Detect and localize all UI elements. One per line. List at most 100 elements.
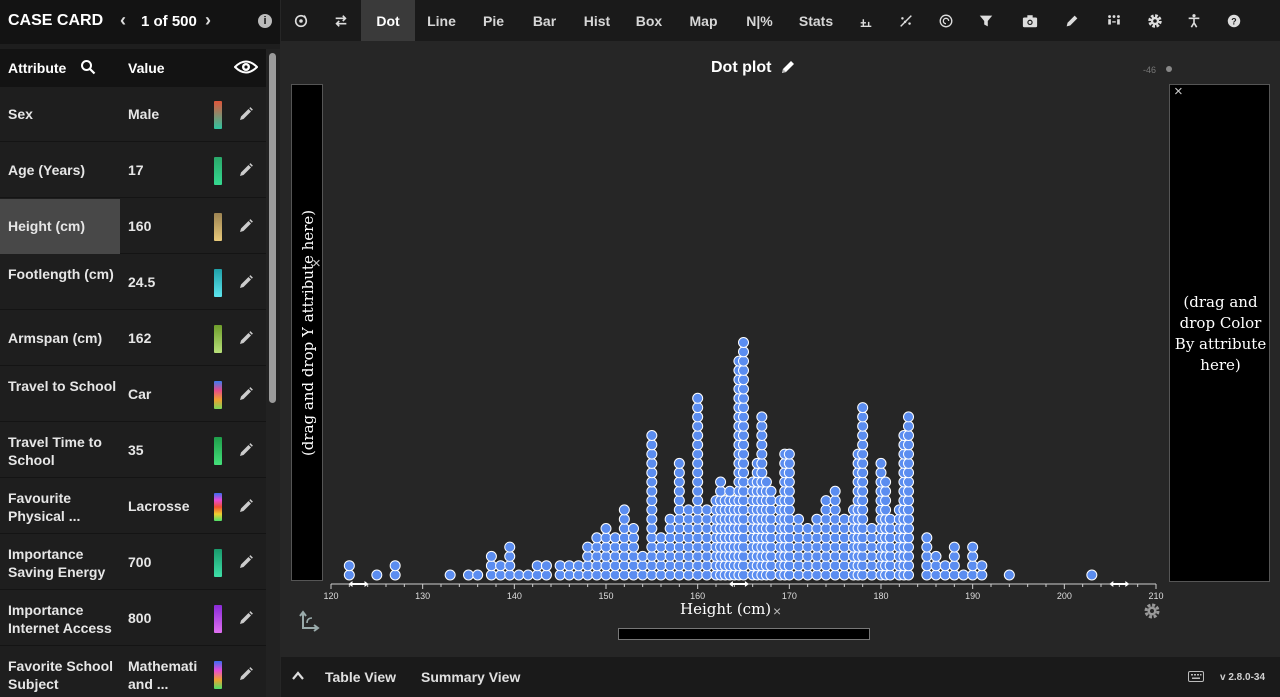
attribute-name[interactable]: Favourite Physical ... — [8, 489, 118, 525]
data-point[interactable] — [903, 430, 914, 441]
data-point[interactable] — [857, 523, 869, 534]
data-point[interactable] — [655, 532, 667, 544]
data-point[interactable] — [389, 560, 401, 572]
data-point[interactable] — [673, 560, 685, 572]
data-point[interactable] — [793, 513, 804, 525]
data-point[interactable] — [692, 430, 704, 441]
data-point[interactable] — [857, 402, 869, 414]
data-point[interactable] — [738, 346, 749, 358]
attribute-name[interactable]: Travel Time to School — [8, 433, 118, 469]
data-point[interactable] — [573, 569, 584, 581]
camera-button[interactable] — [1009, 0, 1051, 41]
data-point[interactable] — [582, 550, 594, 562]
accessibility-button[interactable] — [1174, 0, 1214, 41]
data-point[interactable] — [485, 569, 497, 581]
data-point[interactable] — [637, 560, 649, 572]
data-point[interactable] — [811, 532, 823, 544]
data-point[interactable] — [591, 560, 603, 572]
data-point[interactable] — [857, 411, 869, 423]
data-point[interactable] — [673, 569, 685, 581]
attribute-name[interactable]: Age (Years) — [8, 161, 118, 179]
data-point[interactable] — [664, 513, 676, 525]
data-point[interactable] — [857, 532, 869, 544]
data-point[interactable] — [783, 448, 795, 460]
data-point[interactable] — [756, 430, 768, 441]
data-point[interactable] — [673, 467, 685, 479]
data-point[interactable] — [903, 513, 914, 525]
x-sub-attribute-drop-zone[interactable] — [618, 628, 870, 640]
data-point[interactable] — [866, 541, 878, 553]
data-point[interactable] — [618, 569, 630, 581]
data-point[interactable] — [829, 523, 841, 534]
data-point[interactable] — [655, 550, 667, 562]
data-point[interactable] — [609, 550, 621, 562]
data-point[interactable] — [683, 504, 694, 516]
data-point[interactable] — [765, 532, 777, 544]
data-point[interactable] — [884, 569, 896, 581]
data-point[interactable] — [793, 569, 804, 581]
data-point[interactable] — [838, 569, 850, 581]
data-point[interactable] — [829, 541, 841, 553]
data-point[interactable] — [884, 513, 896, 525]
data-point[interactable] — [880, 485, 892, 497]
data-point[interactable] — [738, 420, 749, 432]
data-point[interactable] — [866, 569, 878, 581]
data-point[interactable] — [628, 550, 639, 562]
data-point[interactable] — [802, 560, 814, 572]
data-point[interactable] — [655, 569, 667, 581]
data-point[interactable] — [958, 569, 969, 581]
data-point[interactable] — [857, 513, 869, 525]
data-point[interactable] — [628, 532, 639, 544]
data-point[interactable] — [783, 457, 795, 469]
data-point[interactable] — [875, 467, 887, 479]
data-point[interactable] — [724, 485, 736, 497]
data-point[interactable] — [646, 513, 658, 525]
data-point[interactable] — [738, 402, 749, 414]
data-point[interactable] — [738, 485, 749, 497]
data-point[interactable] — [738, 355, 749, 367]
data-point[interactable] — [793, 523, 804, 534]
data-point[interactable] — [738, 513, 749, 525]
box-button[interactable]: Box — [624, 0, 674, 41]
data-point[interactable] — [921, 541, 933, 553]
data-point[interactable] — [738, 560, 749, 572]
data-point[interactable] — [715, 485, 727, 497]
data-point[interactable] — [820, 513, 832, 525]
data-point[interactable] — [802, 550, 814, 562]
data-point[interactable] — [820, 495, 832, 507]
data-point[interactable] — [563, 560, 575, 572]
data-point[interactable] — [692, 485, 704, 497]
data-point[interactable] — [692, 541, 704, 553]
data-point[interactable] — [692, 504, 704, 516]
data-point[interactable] — [802, 541, 814, 553]
data-point[interactable] — [783, 523, 795, 534]
data-point[interactable] — [939, 560, 951, 572]
data-point[interactable] — [600, 550, 612, 562]
eye-icon[interactable] — [234, 58, 258, 76]
attribute-name[interactable]: Footlength (cm) — [8, 265, 118, 283]
data-point[interactable] — [857, 448, 869, 460]
data-point[interactable] — [664, 569, 676, 581]
data-point[interactable] — [701, 541, 713, 553]
data-point[interactable] — [554, 560, 566, 572]
data-point[interactable] — [701, 504, 713, 516]
data-point[interactable] — [738, 337, 749, 348]
summary-view-button[interactable]: Summary View — [421, 669, 520, 685]
data-point[interactable] — [540, 569, 552, 581]
data-point[interactable] — [646, 550, 658, 562]
data-point[interactable] — [591, 569, 603, 581]
data-point[interactable] — [838, 523, 850, 534]
data-point[interactable] — [673, 550, 685, 562]
data-point[interactable] — [820, 541, 832, 553]
data-point[interactable] — [967, 550, 979, 562]
data-point[interactable] — [531, 560, 543, 572]
data-point[interactable] — [880, 504, 892, 516]
data-point[interactable] — [343, 560, 355, 572]
data-point[interactable] — [692, 448, 704, 460]
previous-case-button[interactable]: ‹ — [120, 10, 126, 31]
edit-pencil-icon[interactable] — [239, 443, 253, 457]
data-point[interactable] — [692, 467, 704, 479]
data-point[interactable] — [683, 550, 694, 562]
attribute-name[interactable]: Favorite School Subject — [8, 657, 118, 693]
data-point[interactable] — [884, 532, 896, 544]
